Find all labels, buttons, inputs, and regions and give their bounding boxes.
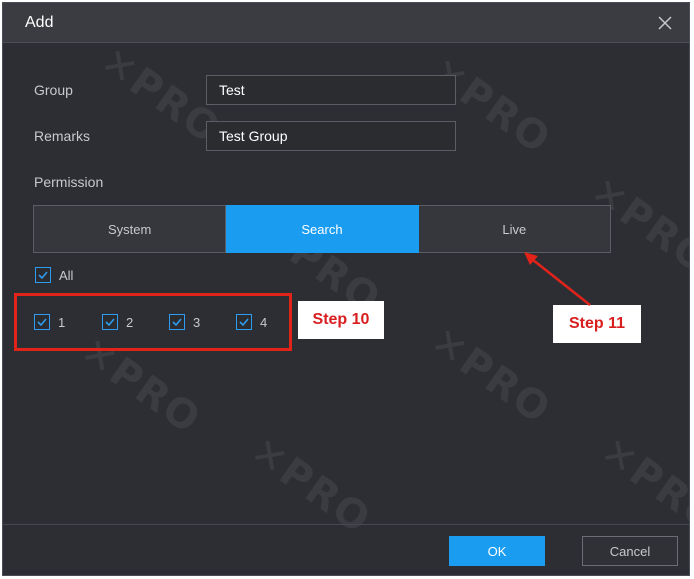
step11-arrow-icon <box>524 252 591 306</box>
